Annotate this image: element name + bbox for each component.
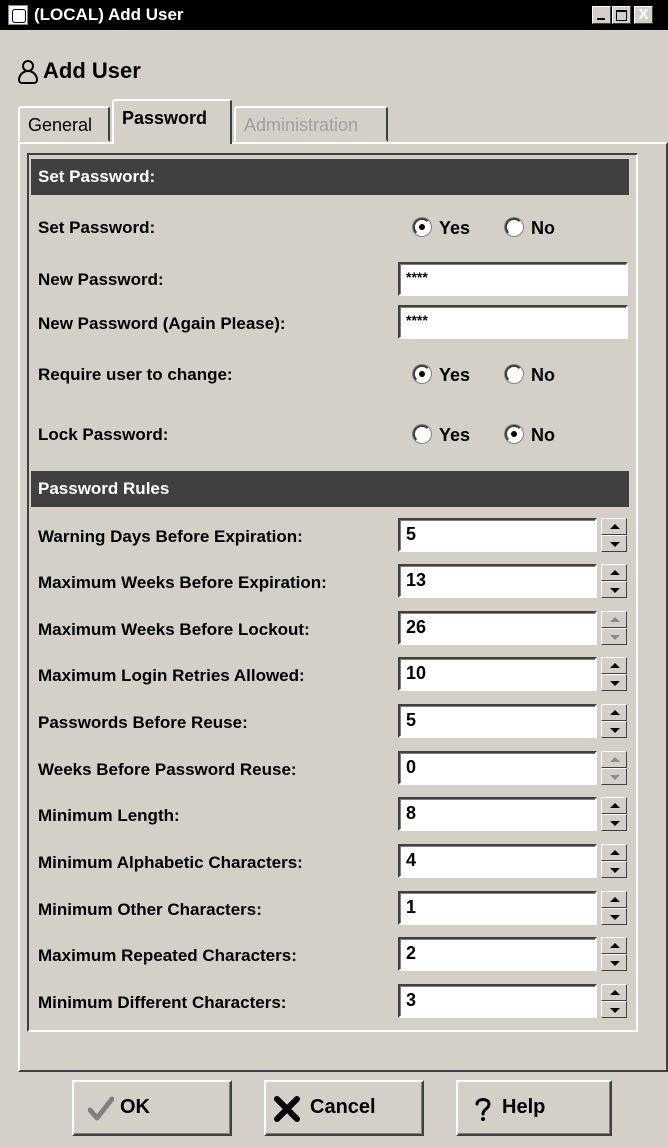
new-password-again-label: New Password (Again Please):	[38, 314, 286, 333]
rule-field-max-weeks-lockout[interactable]: 26	[398, 611, 597, 645]
spin-down-icon[interactable]	[601, 581, 627, 598]
rule-field-min-different[interactable]: 3	[398, 984, 597, 1018]
set-password-label: Set Password:	[38, 218, 156, 237]
rule-label-min-alphabetic: Minimum Alphabetic Characters:	[38, 853, 303, 872]
spin-up-icon[interactable]	[601, 518, 627, 535]
spin-down-icon[interactable]	[601, 861, 627, 878]
spin-up-icon[interactable]	[601, 657, 627, 674]
close-button[interactable]: X	[634, 6, 653, 24]
checkmark-icon	[88, 1096, 114, 1121]
rule-spinner-max-weeks-expiration[interactable]	[601, 564, 627, 598]
rule-label-min-other: Minimum Other Characters:	[38, 900, 262, 919]
app-icon[interactable]	[8, 5, 28, 25]
rule-spinner-max-login-retries[interactable]	[601, 657, 627, 691]
spin-up-icon[interactable]	[601, 797, 627, 814]
cancel-button[interactable]: Cancel	[264, 1080, 424, 1136]
window-title: (LOCAL) Add User	[34, 5, 184, 24]
maximize-button[interactable]	[612, 6, 631, 24]
spin-up-icon[interactable]	[601, 751, 627, 768]
help-button[interactable]: Help	[456, 1080, 612, 1136]
user-icon	[18, 60, 38, 84]
spin-up-icon[interactable]	[601, 984, 627, 1001]
question-mark-icon	[475, 1098, 491, 1121]
spin-down-icon[interactable]	[601, 535, 627, 552]
spin-down-icon[interactable]	[601, 908, 627, 925]
rule-spinner-weeks-before-reuse[interactable]	[601, 751, 627, 785]
help-button-label: Help	[502, 1096, 546, 1118]
set-password-yes-radio[interactable]: Yes	[413, 216, 483, 240]
spin-down-icon[interactable]	[601, 768, 627, 785]
rule-label-min-different: Minimum Different Characters:	[38, 993, 287, 1012]
new-password-again-field[interactable]: ****	[398, 305, 628, 339]
rule-spinner-passwords-before-reuse[interactable]	[601, 704, 627, 738]
lock-password-no-radio[interactable]: No	[505, 423, 565, 447]
rule-label-warning-days: Warning Days Before Expiration:	[38, 527, 303, 546]
page-title: Add User	[43, 58, 141, 83]
ok-button-label: OK	[120, 1096, 150, 1118]
tab-password[interactable]: Password	[112, 99, 232, 144]
spin-up-icon[interactable]	[601, 704, 627, 721]
spin-up-icon[interactable]	[601, 937, 627, 954]
rule-spinner-min-length[interactable]	[601, 797, 627, 831]
rule-label-max-login-retries: Maximum Login Retries Allowed:	[38, 666, 305, 685]
spin-up-icon[interactable]	[601, 611, 627, 628]
spin-down-icon[interactable]	[601, 674, 627, 691]
rule-spinner-min-other[interactable]	[601, 891, 627, 925]
spin-down-icon[interactable]	[601, 954, 627, 971]
rule-spinner-min-different[interactable]	[601, 984, 627, 1018]
lock-password-label: Lock Password:	[38, 425, 169, 444]
rule-spinner-max-weeks-lockout[interactable]	[601, 611, 627, 645]
rule-field-weeks-before-reuse[interactable]: 0	[398, 751, 597, 785]
rule-label-weeks-before-reuse: Weeks Before Password Reuse:	[38, 760, 297, 779]
set-password-no-radio[interactable]: No	[505, 216, 565, 240]
rule-field-passwords-before-reuse[interactable]: 5	[398, 704, 597, 738]
require-change-no-radio[interactable]: No	[505, 363, 565, 387]
tab-general-label: General	[28, 115, 93, 135]
rule-label-max-weeks-lockout: Maximum Weeks Before Lockout:	[38, 620, 310, 639]
tab-password-label: Password	[122, 108, 208, 128]
rule-spinner-max-repeated[interactable]	[601, 937, 627, 971]
add-user-window: (LOCAL) Add User X Add User General Pass…	[0, 0, 668, 1147]
require-change-label: Require user to change:	[38, 365, 233, 384]
password-rules-section-header: Password Rules	[31, 471, 629, 507]
spin-down-icon[interactable]	[601, 1001, 627, 1018]
rule-field-max-login-retries[interactable]: 10	[398, 657, 597, 691]
rule-field-max-weeks-expiration[interactable]: 13	[398, 564, 597, 598]
spin-up-icon[interactable]	[601, 564, 627, 581]
lock-password-yes-radio[interactable]: Yes	[413, 423, 483, 447]
spin-up-icon[interactable]	[601, 844, 627, 861]
new-password-label: New Password:	[38, 270, 164, 289]
spin-down-icon[interactable]	[601, 721, 627, 738]
set-password-section-header: Set Password:	[31, 159, 629, 195]
rule-field-min-alphabetic[interactable]: 4	[398, 844, 597, 878]
spin-down-icon[interactable]	[601, 628, 627, 645]
ok-button[interactable]: OK	[72, 1080, 232, 1136]
spin-down-icon[interactable]	[601, 814, 627, 831]
rule-spinner-warning-days[interactable]	[601, 518, 627, 552]
rule-field-max-repeated[interactable]: 2	[398, 937, 597, 971]
tab-general[interactable]: General	[18, 106, 110, 142]
rule-spinner-min-alphabetic[interactable]	[601, 844, 627, 878]
rule-label-min-length: Minimum Length:	[38, 806, 180, 825]
require-change-yes-radio[interactable]: Yes	[413, 363, 483, 387]
rule-field-warning-days[interactable]: 5	[398, 518, 597, 552]
tab-administration-label: Administration	[244, 115, 359, 135]
minimize-button[interactable]	[592, 6, 611, 24]
rule-label-max-weeks-expiration: Maximum Weeks Before Expiration:	[38, 573, 327, 592]
spin-up-icon[interactable]	[601, 891, 627, 908]
rule-field-min-other[interactable]: 1	[398, 891, 597, 925]
rule-label-max-repeated: Maximum Repeated Characters:	[38, 946, 297, 965]
rule-label-passwords-before-reuse: Passwords Before Reuse:	[38, 713, 248, 732]
cancel-button-label: Cancel	[310, 1096, 376, 1118]
x-icon	[274, 1096, 300, 1122]
rule-field-min-length[interactable]: 8	[398, 797, 597, 831]
close-icon: X	[638, 6, 649, 23]
tab-administration: Administration	[234, 106, 388, 142]
new-password-field[interactable]: ****	[398, 262, 628, 296]
title-bar[interactable]: (LOCAL) Add User X	[0, 0, 668, 30]
